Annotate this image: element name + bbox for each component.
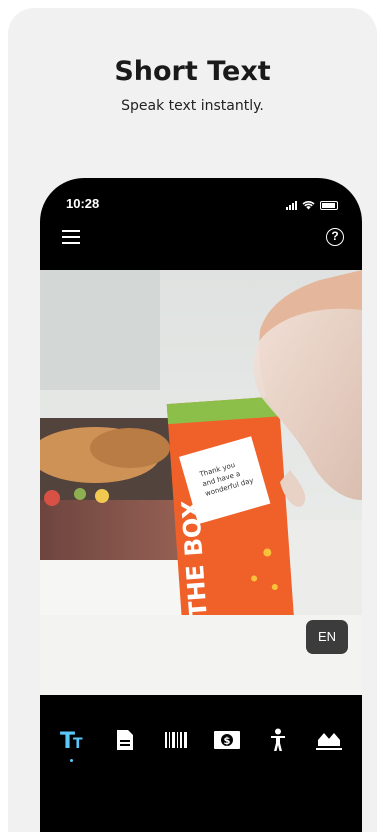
promo-subtitle: Speak text instantly.	[121, 98, 264, 114]
phone-frame: 10:28 ? Thank you and have a wonderful d…	[40, 178, 362, 832]
language-button[interactable]: EN	[306, 620, 348, 654]
document-tool[interactable]	[107, 722, 143, 758]
barcode-icon	[164, 732, 187, 748]
promo-title: Short Text	[114, 56, 271, 87]
person-tool[interactable]	[260, 722, 296, 758]
document-icon	[116, 730, 133, 750]
phone-notch	[118, 178, 284, 206]
product-tool[interactable]	[158, 722, 194, 758]
battery-icon	[320, 201, 338, 210]
help-circle-icon[interactable]: ?	[326, 228, 344, 246]
hamburger-menu-icon[interactable]	[62, 230, 80, 244]
currency-tool[interactable]: $	[209, 722, 245, 758]
the-box-package: Thank you and have a wonderful day THE B…	[166, 396, 295, 629]
status-time: 10:28	[66, 196, 100, 211]
scene-icon	[315, 733, 342, 750]
signal-icon	[286, 200, 297, 210]
svg-text:T: T	[73, 736, 83, 751]
person-icon	[270, 728, 285, 751]
active-indicator	[69, 759, 73, 762]
short-text-tool[interactable]: T T	[56, 722, 92, 762]
channel-toolbar: T T $	[40, 710, 362, 770]
short-text-icon: T T	[60, 729, 83, 751]
svg-text:$: $	[223, 736, 230, 747]
scene-tool[interactable]	[311, 722, 347, 758]
status-icons	[286, 196, 338, 210]
currency-icon: $	[213, 731, 240, 749]
promo-card: Short Text Speak text instantly. 10:28 ?	[8, 8, 377, 832]
wifi-icon	[302, 201, 315, 210]
